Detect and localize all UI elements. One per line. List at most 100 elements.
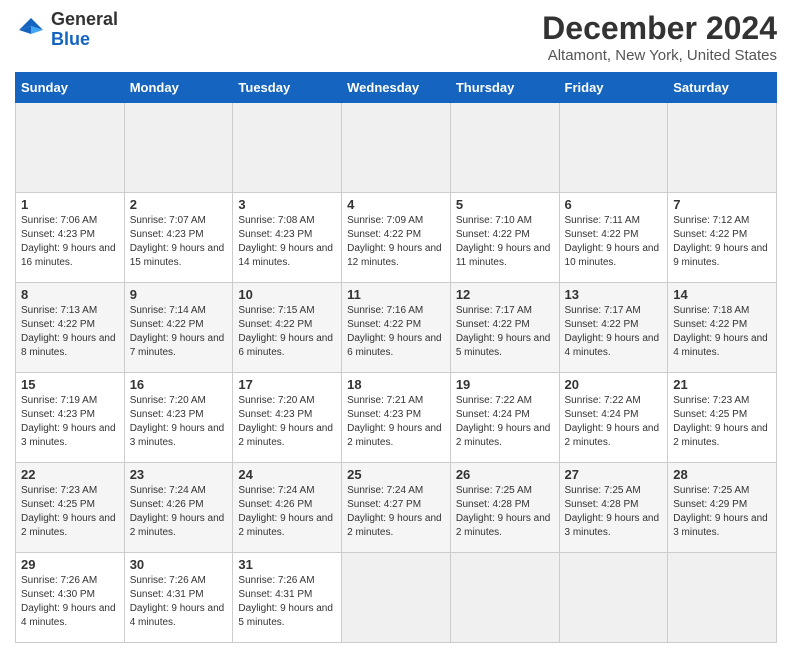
calendar-cell: 25 Sunrise: 7:24 AMSunset: 4:27 PMDayligh… <box>342 463 451 553</box>
logo-general: General <box>51 9 118 29</box>
calendar-week-row: 8 Sunrise: 7:13 AMSunset: 4:22 PMDaylight… <box>16 283 777 373</box>
day-number: 5 <box>456 197 554 212</box>
day-info: Sunrise: 7:15 AMSunset: 4:22 PMDaylight:… <box>238 304 336 360</box>
day-number: 30 <box>130 557 228 572</box>
day-info: Sunrise: 7:21 AMSunset: 4:23 PMDaylight:… <box>347 394 445 450</box>
calendar-cell <box>16 103 125 193</box>
calendar-cell: 19 Sunrise: 7:22 AMSunset: 4:24 PMDayligh… <box>450 373 559 463</box>
day-number: 7 <box>673 197 771 212</box>
day-info: Sunrise: 7:26 AMSunset: 4:30 PMDaylight:… <box>21 574 119 630</box>
calendar-cell <box>342 103 451 193</box>
day-info: Sunrise: 7:25 AMSunset: 4:28 PMDaylight:… <box>565 484 663 540</box>
day-info: Sunrise: 7:24 AMSunset: 4:26 PMDaylight:… <box>238 484 336 540</box>
day-number: 19 <box>456 377 554 392</box>
day-number: 15 <box>21 377 119 392</box>
day-number: 16 <box>130 377 228 392</box>
header: General Blue December 2024 Altamont, New… <box>15 10 777 64</box>
calendar-cell: 2Sunrise: 7:07 AMSunset: 4:23 PMDaylight… <box>124 193 233 283</box>
day-number: 26 <box>456 467 554 482</box>
day-of-week-header-row: SundayMondayTuesdayWednesdayThursdayFrid… <box>16 73 777 103</box>
day-info: Sunrise: 7:10 AMSunset: 4:22 PMDaylight:… <box>456 214 554 270</box>
day-info: Sunrise: 7:16 AMSunset: 4:22 PMDaylight:… <box>347 304 445 360</box>
day-info: Sunrise: 7:23 AMSunset: 4:25 PMDaylight:… <box>21 484 119 540</box>
calendar-cell <box>124 103 233 193</box>
calendar-cell: 17Sunrise: 7:20 AMSunset: 4:23 PMDayligh… <box>233 373 342 463</box>
logo-blue: Blue <box>51 29 90 49</box>
day-info: Sunrise: 7:20 AMSunset: 4:23 PMDaylight:… <box>238 394 336 450</box>
day-info: Sunrise: 7:13 AMSunset: 4:22 PMDaylight:… <box>21 304 119 360</box>
day-number: 18 <box>347 377 445 392</box>
calendar-week-row: 15 Sunrise: 7:19 AMSunset: 4:23 PMDayligh… <box>16 373 777 463</box>
day-info: Sunrise: 7:20 AMSunset: 4:23 PMDaylight:… <box>130 394 228 450</box>
day-info: Sunrise: 7:24 AMSunset: 4:27 PMDaylight:… <box>347 484 445 540</box>
calendar-cell: 5 Sunrise: 7:10 AMSunset: 4:22 PMDaylight… <box>450 193 559 283</box>
calendar-cell: 4Sunrise: 7:09 AMSunset: 4:22 PMDaylight… <box>342 193 451 283</box>
calendar-cell: 10 Sunrise: 7:15 AMSunset: 4:22 PMDayligh… <box>233 283 342 373</box>
day-info: Sunrise: 7:24 AMSunset: 4:26 PMDaylight:… <box>130 484 228 540</box>
day-of-week-wednesday: Wednesday <box>342 73 451 103</box>
day-info: Sunrise: 7:09 AMSunset: 4:22 PMDaylight:… <box>347 214 445 270</box>
calendar-cell: 11Sunrise: 7:16 AMSunset: 4:22 PMDayligh… <box>342 283 451 373</box>
title-area: December 2024 Altamont, New York, United… <box>542 10 777 64</box>
calendar-cell: 27 Sunrise: 7:25 AMSunset: 4:28 PMDayligh… <box>559 463 668 553</box>
calendar-cell <box>450 103 559 193</box>
day-info: Sunrise: 7:07 AMSunset: 4:23 PMDaylight:… <box>130 214 228 270</box>
calendar-cell: 26Sunrise: 7:25 AMSunset: 4:28 PMDayligh… <box>450 463 559 553</box>
calendar-cell: 28Sunrise: 7:25 AMSunset: 4:29 PMDayligh… <box>668 463 777 553</box>
day-number: 24 <box>238 467 336 482</box>
day-number: 21 <box>673 377 771 392</box>
day-info: Sunrise: 7:12 AMSunset: 4:22 PMDaylight:… <box>673 214 771 270</box>
calendar-cell: 1Sunrise: 7:06 AMSunset: 4:23 PMDaylight… <box>16 193 125 283</box>
day-info: Sunrise: 7:11 AMSunset: 4:22 PMDaylight:… <box>565 214 663 270</box>
calendar-cell: 21Sunrise: 7:23 AMSunset: 4:25 PMDayligh… <box>668 373 777 463</box>
day-of-week-monday: Monday <box>124 73 233 103</box>
calendar-cell: 29 Sunrise: 7:26 AMSunset: 4:30 PMDayligh… <box>16 553 125 643</box>
day-number: 12 <box>456 287 554 302</box>
calendar-cell: 18 Sunrise: 7:21 AMSunset: 4:23 PMDayligh… <box>342 373 451 463</box>
day-info: Sunrise: 7:17 AMSunset: 4:22 PMDaylight:… <box>456 304 554 360</box>
day-info: Sunrise: 7:22 AMSunset: 4:24 PMDaylight:… <box>456 394 554 450</box>
day-number: 3 <box>238 197 336 212</box>
day-number: 29 <box>21 557 119 572</box>
calendar-cell <box>668 103 777 193</box>
logo-icon <box>15 14 47 46</box>
calendar-cell <box>559 103 668 193</box>
day-info: Sunrise: 7:17 AMSunset: 4:22 PMDaylight:… <box>565 304 663 360</box>
calendar-cell <box>342 553 451 643</box>
day-number: 20 <box>565 377 663 392</box>
calendar-cell <box>233 103 342 193</box>
calendar-cell: 6Sunrise: 7:11 AMSunset: 4:22 PMDaylight… <box>559 193 668 283</box>
day-info: Sunrise: 7:18 AMSunset: 4:22 PMDaylight:… <box>673 304 771 360</box>
main-title: December 2024 <box>542 10 777 47</box>
day-info: Sunrise: 7:25 AMSunset: 4:29 PMDaylight:… <box>673 484 771 540</box>
calendar-cell: 31Sunrise: 7:26 AMSunset: 4:31 PMDayligh… <box>233 553 342 643</box>
day-number: 23 <box>130 467 228 482</box>
day-number: 25 <box>347 467 445 482</box>
calendar-cell: 7 Sunrise: 7:12 AMSunset: 4:22 PMDaylight… <box>668 193 777 283</box>
day-info: Sunrise: 7:06 AMSunset: 4:23 PMDaylight:… <box>21 214 119 270</box>
day-number: 31 <box>238 557 336 572</box>
calendar-table: SundayMondayTuesdayWednesdayThursdayFrid… <box>15 72 777 643</box>
day-number: 13 <box>565 287 663 302</box>
day-of-week-sunday: Sunday <box>16 73 125 103</box>
day-info: Sunrise: 7:14 AMSunset: 4:22 PMDaylight:… <box>130 304 228 360</box>
day-of-week-saturday: Saturday <box>668 73 777 103</box>
calendar-cell: 9Sunrise: 7:14 AMSunset: 4:22 PMDaylight… <box>124 283 233 373</box>
day-number: 10 <box>238 287 336 302</box>
calendar-week-row: 29 Sunrise: 7:26 AMSunset: 4:30 PMDayligh… <box>16 553 777 643</box>
calendar-cell: 15 Sunrise: 7:19 AMSunset: 4:23 PMDayligh… <box>16 373 125 463</box>
day-number: 27 <box>565 467 663 482</box>
calendar-cell: 23 Sunrise: 7:24 AMSunset: 4:26 PMDayligh… <box>124 463 233 553</box>
day-info: Sunrise: 7:19 AMSunset: 4:23 PMDaylight:… <box>21 394 119 450</box>
day-info: Sunrise: 7:26 AMSunset: 4:31 PMDaylight:… <box>130 574 228 630</box>
calendar-cell <box>450 553 559 643</box>
calendar-cell: 13 Sunrise: 7:17 AMSunset: 4:22 PMDayligh… <box>559 283 668 373</box>
day-of-week-tuesday: Tuesday <box>233 73 342 103</box>
calendar-cell <box>559 553 668 643</box>
logo-text: General Blue <box>51 10 118 50</box>
day-info: Sunrise: 7:22 AMSunset: 4:24 PMDaylight:… <box>565 394 663 450</box>
calendar-cell: 3Sunrise: 7:08 AMSunset: 4:23 PMDaylight… <box>233 193 342 283</box>
calendar-cell <box>668 553 777 643</box>
day-number: 8 <box>21 287 119 302</box>
day-of-week-thursday: Thursday <box>450 73 559 103</box>
